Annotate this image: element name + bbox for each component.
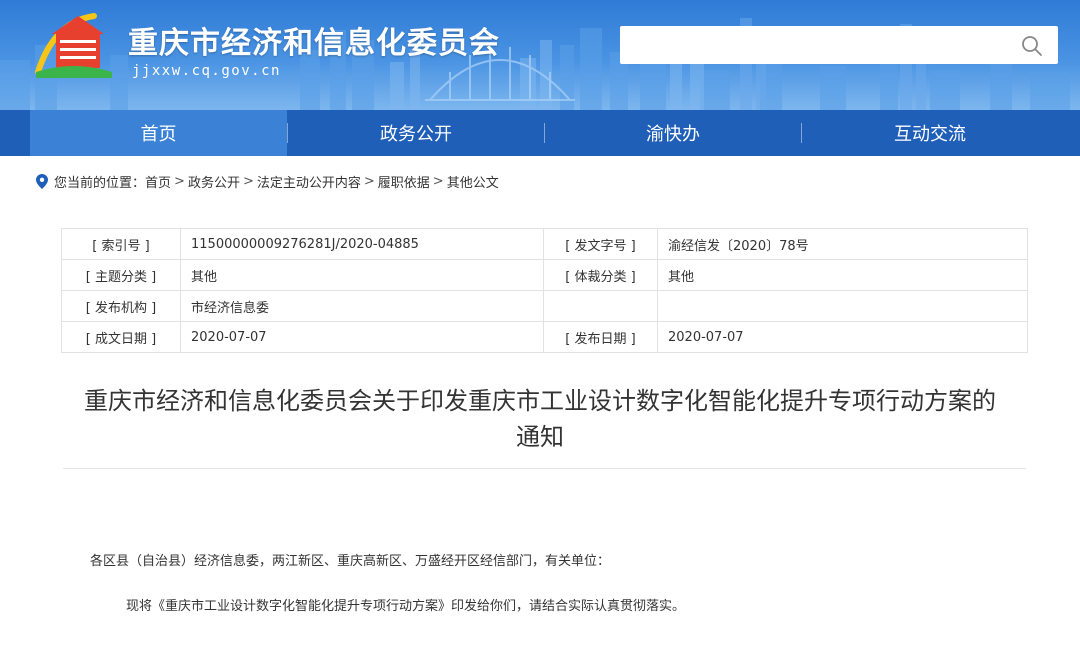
meta-value-index-number: 11500000009276281J/2020-04885 (180, 228, 544, 260)
meta-value-empty (657, 290, 1028, 322)
document-title-line1: 重庆市经济和信息化委员会关于印发重庆市工业设计数字化智能化提升专项行动方案的 (84, 387, 996, 415)
meta-value-topic-category: 其他 (180, 259, 544, 291)
breadcrumb-link-government-affairs[interactable]: 政务公开 (188, 172, 240, 191)
meta-key-genre-category: [ 体裁分类 ] (543, 259, 658, 291)
breadcrumb-link-statutory-disclosure[interactable]: 法定主动公开内容 (257, 172, 361, 191)
nav-item-home[interactable]: 首页 (30, 110, 287, 156)
table-row: [ 发布机构 ] 市经济信息委 (61, 290, 1028, 322)
meta-value-document-number: 渝经信发〔2020〕78号 (657, 228, 1028, 260)
meta-key-index-number: [ 索引号 ] (61, 228, 181, 260)
breadcrumb-separator: > (242, 173, 254, 189)
nav-item-label: 政务公开 (380, 124, 452, 145)
breadcrumb-link-home[interactable]: 首页 (145, 172, 171, 191)
table-row: [ 索引号 ] 11500000009276281J/2020-04885 [ … (61, 228, 1028, 260)
breadcrumb-separator: > (174, 173, 185, 189)
meta-key-document-number: [ 发文字号 ] (543, 228, 658, 260)
meta-value-written-date: 2020-07-07 (180, 321, 544, 353)
body-paragraph-notice: 现将《重庆市工业设计数字化智能化提升专项行动方案》印发给你们，请结合实际认真贯彻… (126, 599, 686, 614)
site-title: 重庆市经济和信息化委员会 (128, 26, 500, 61)
meta-key-topic-category: [ 主题分类 ] (61, 259, 181, 291)
site-domain: jjxxw.cq.gov.cn (132, 63, 281, 79)
nav-item-label: 互动交流 (894, 124, 966, 145)
nav-left-gutter (0, 110, 30, 156)
nav-item-label: 渝快办 (646, 124, 700, 145)
breadcrumb-separator: > (432, 173, 444, 189)
document-title: 重庆市经济和信息化委员会关于印发重庆市工业设计数字化智能化提升专项行动方案的 通… (40, 383, 1040, 455)
main-nav: 首页 政务公开 渝快办 互动交流 (0, 110, 1080, 156)
meta-value-genre-category: 其他 (657, 259, 1028, 291)
meta-key-written-date: [ 成文日期 ] (61, 321, 181, 353)
meta-value-issuing-agency: 市经济信息委 (180, 290, 544, 322)
nav-item-label: 首页 (140, 124, 177, 145)
breadcrumb-separator: > (363, 173, 375, 189)
location-pin-icon (36, 173, 48, 189)
body-paragraph-addressees: 各区县（自治县）经济信息委，两江新区、重庆高新区、万盛经开区经信部门，有关单位： (90, 554, 611, 569)
nav-item-yukuaiban[interactable]: 渝快办 (545, 110, 801, 156)
title-divider (63, 468, 1026, 469)
nav-item-government-affairs[interactable]: 政务公开 (288, 110, 544, 156)
search-icon[interactable] (1020, 34, 1044, 58)
breadcrumb-link-duty-basis[interactable]: 履职依据 (378, 172, 430, 191)
breadcrumb-prefix: 您当前的位置： (54, 175, 146, 191)
breadcrumb-link-other-documents[interactable]: 其他公文 (447, 172, 499, 191)
document-title-line2: 通知 (516, 423, 564, 451)
site-header: 重庆市经济和信息化委员会 jjxxw.cq.gov.cn (0, 0, 1080, 110)
search-input[interactable] (620, 26, 1058, 64)
nav-item-interaction[interactable]: 互动交流 (802, 110, 1058, 156)
table-row: [ 主题分类 ] 其他 [ 体裁分类 ] 其他 (61, 259, 1028, 291)
meta-key-publish-date: [ 发布日期 ] (543, 321, 658, 353)
meta-key-empty (543, 290, 658, 322)
site-logo (35, 13, 112, 78)
meta-key-issuing-agency: [ 发布机构 ] (61, 290, 181, 322)
document-meta-table: [ 索引号 ] 11500000009276281J/2020-04885 [ … (61, 228, 1028, 353)
breadcrumb: 您当前的位置： 首页 > 政务公开 > 法定主动公开内容 > 履职依据 > 其他… (36, 172, 499, 191)
table-row: [ 成文日期 ] 2020-07-07 [ 发布日期 ] 2020-07-07 (61, 321, 1028, 353)
meta-value-publish-date: 2020-07-07 (657, 321, 1028, 353)
